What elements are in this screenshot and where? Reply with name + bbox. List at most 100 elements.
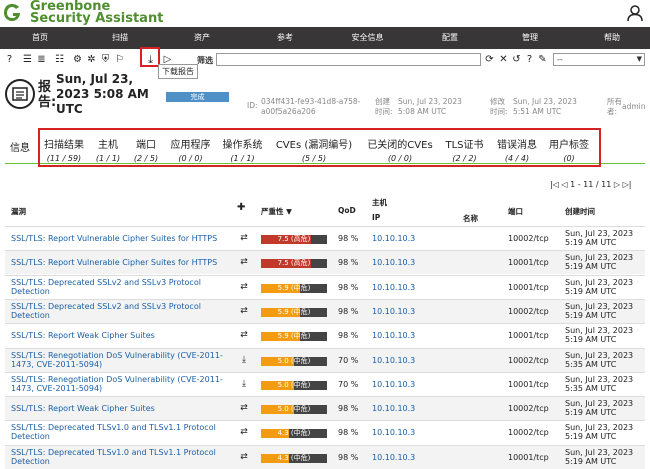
modified-label-2: 时间: (490, 107, 508, 116)
nav-scans[interactable]: 扫描 (100, 27, 140, 49)
vulnerability-link[interactable]: SSL/TLS: Deprecated SSLv2 and SSLv3 Prot… (11, 302, 231, 320)
host-ip-link[interactable]: 10.10.10.3 (372, 453, 415, 462)
column-hostname[interactable]: 名称 (463, 213, 478, 224)
qod-value: 98 % (338, 428, 359, 438)
qod-value: 98 % (338, 306, 359, 316)
solution-icon: ⤓ (242, 354, 246, 365)
nav-administration[interactable]: 管理 (510, 27, 550, 49)
created-date: Sun, Jul 23, 2023 5:19 AM UTC (565, 423, 634, 442)
qod-value: 98 % (338, 331, 359, 341)
task-icon[interactable]: ☷ (54, 54, 65, 65)
list-detail-icon[interactable]: ≣ (36, 54, 47, 65)
column-ip[interactable]: IP (372, 213, 380, 222)
page-range: 1 - 11 / 11 (570, 180, 612, 189)
host-ip-link[interactable]: 10.10.10.3 (372, 234, 415, 243)
download-highlight-box (140, 47, 160, 67)
brand-subtitle: Security Assistant (30, 11, 164, 26)
list-icon[interactable]: ☰ (22, 54, 33, 65)
port-value: 10001/tcp (508, 452, 549, 462)
next-page-icon[interactable]: ▷ (614, 180, 620, 189)
table-row[interactable]: SSL/TLS: Report Vulnerable Cipher Suites… (5, 250, 645, 275)
created-value: Sun, Jul 23, 2023 5:08 AM UTC (398, 97, 462, 116)
tls-cert-icon[interactable]: ⛨ (100, 54, 111, 65)
nav-configuration[interactable]: 配置 (430, 27, 470, 49)
host-ip-link[interactable]: 10.10.10.3 (372, 307, 415, 316)
tab-information[interactable]: 信息 (8, 142, 32, 155)
table-row[interactable]: SSL/TLS: Deprecated SSLv2 and SSLv3 Prot… (5, 298, 645, 323)
vulnerability-link[interactable]: SSL/TLS: Renegotiation DoS Vulnerability… (11, 375, 231, 393)
column-vulnerability[interactable]: 漏洞 (11, 206, 26, 217)
severity-text: 5.9 (中危) (277, 283, 311, 292)
severity-text: 7.5 (高危) (277, 235, 311, 243)
host-ip-link[interactable]: 10.10.10.3 (372, 356, 415, 365)
created-date: Sun, Jul 23, 2023 5:35 AM UTC (565, 374, 634, 393)
vulnerability-link[interactable]: SSL/TLS: Report Weak Cipher Suites (11, 331, 231, 340)
host-ip-link[interactable]: 10.10.10.3 (372, 428, 415, 437)
last-page-icon[interactable]: ▷| (623, 180, 632, 189)
host-ip-link[interactable]: 10.10.10.3 (372, 404, 415, 413)
vulnerability-link[interactable]: SSL/TLS: Deprecated TLSv1.0 and TLSv1.1 … (11, 448, 231, 466)
column-port[interactable]: 端口 (508, 206, 523, 217)
prev-page-icon[interactable]: ◁ (561, 180, 567, 189)
table-row[interactable]: SSL/TLS: Deprecated TLSv1.0 and TLSv1.1 … (5, 420, 645, 444)
port-value: 10001/tcp (508, 258, 549, 268)
vulnerability-link[interactable]: SSL/TLS: Deprecated SSLv2 and SSLv3 Prot… (11, 278, 231, 296)
severity-bar: 5.0 (中危) (261, 380, 327, 390)
vulnerabilities-icon[interactable]: ✲ (86, 54, 97, 65)
host-ip-link[interactable]: 10.10.10.3 (372, 258, 415, 267)
nav-home[interactable]: 首页 (20, 27, 60, 49)
host-ip-link[interactable]: 10.10.10.3 (372, 380, 415, 389)
table-row[interactable]: SSL/TLS: Report Weak Cipher Suites ⇄ 5.9 (… (5, 323, 645, 347)
clear-filter-icon[interactable]: ✕ (498, 54, 509, 65)
refresh-icon[interactable]: ⟳ (484, 54, 495, 65)
user-icon[interactable] (626, 4, 644, 22)
created-date: Sun, Jul 23, 2023 5:19 AM UTC (565, 229, 634, 247)
port-value: 10002/tcp (508, 306, 549, 316)
modified-label: 修改 (490, 97, 505, 106)
id-label: ID: (247, 101, 258, 110)
reset-filter-icon[interactable]: ↺ (511, 54, 522, 65)
results-icon[interactable]: ⚙ (72, 54, 83, 65)
owner-label: 所有 (607, 97, 622, 106)
vulnerability-link[interactable]: SSL/TLS: Deprecated TLSv1.0 and TLSv1.1 … (11, 423, 231, 441)
column-qod[interactable]: QoD (338, 206, 356, 215)
table-row[interactable]: SSL/TLS: Report Vulnerable Cipher Suites… (5, 226, 645, 250)
severity-bar: 5.9 (中危) (261, 307, 327, 317)
scan-config-icon[interactable]: ⚐ (114, 54, 125, 65)
filter-help-icon[interactable]: ? (524, 54, 535, 65)
host-ip-link[interactable]: 10.10.10.3 (372, 331, 415, 340)
nav-assets[interactable]: 资产 (182, 27, 222, 49)
port-value: 10002/tcp (508, 234, 549, 243)
edit-filter-icon[interactable]: ✎ (537, 54, 548, 65)
severity-text: 5.0 (中危) (277, 405, 311, 414)
vulnerability-link[interactable]: SSL/TLS: Renegotiation DoS Vulnerability… (11, 351, 231, 369)
first-page-icon[interactable]: |◁ (550, 180, 559, 189)
solution-icon: ⇄ (240, 305, 248, 316)
pagination: |◁ ◁ 1 - 11 / 11 ▷ ▷| (550, 180, 631, 189)
column-created[interactable]: 创建时间 (565, 206, 595, 217)
severity-text: 5.9 (中危) (277, 332, 311, 341)
table-row[interactable]: SSL/TLS: Deprecated TLSv1.0 and TLSv1.1 … (5, 444, 645, 469)
filter-select[interactable]: -- ▼ (553, 53, 645, 66)
table-row[interactable]: SSL/TLS: Renegotiation DoS Vulnerability… (5, 371, 645, 396)
owner-value: admin (622, 102, 646, 111)
greenbone-logo-icon (4, 4, 20, 21)
vulnerability-link[interactable]: SSL/TLS: Report Weak Cipher Suites (11, 404, 231, 413)
vulnerability-link[interactable]: SSL/TLS: Report Vulnerable Cipher Suites… (11, 258, 231, 267)
solution-icon: ⇄ (240, 281, 248, 292)
nav-resources[interactable]: 参考 (265, 27, 305, 49)
id-value: 034ff431-fe93-41d8-a758-a00f5a26a206 (261, 97, 361, 116)
filter-input[interactable] (216, 53, 481, 66)
table-row[interactable]: SSL/TLS: Report Weak Cipher Suites ⇄ 5.0 (… (5, 396, 645, 421)
severity-text: 5.0 (中危) (277, 356, 311, 365)
host-ip-link[interactable]: 10.10.10.3 (372, 283, 415, 292)
severity-bar: 5.9 (中危) (261, 332, 327, 342)
table-row[interactable]: SSL/TLS: Renegotiation DoS Vulnerability… (5, 347, 645, 372)
column-severity[interactable]: 严重性 ▼ (261, 206, 292, 217)
nav-secinfo[interactable]: 安全信息 (340, 27, 395, 49)
table-row[interactable]: SSL/TLS: Deprecated SSLv2 and SSLv3 Prot… (5, 274, 645, 299)
column-host: 主机 (372, 198, 387, 207)
nav-help[interactable]: 帮助 (592, 27, 632, 49)
help-icon[interactable]: ? (4, 54, 15, 65)
vulnerability-link[interactable]: SSL/TLS: Report Vulnerable Cipher Suites… (11, 234, 231, 243)
